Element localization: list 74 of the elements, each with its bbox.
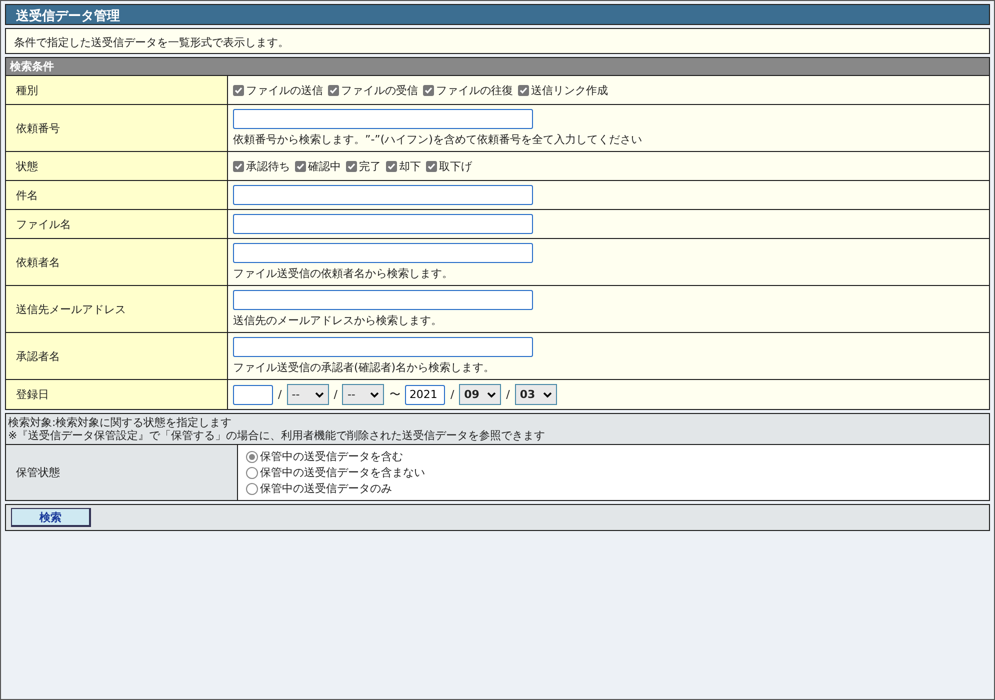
- text-field[interactable]: [233, 109, 533, 129]
- date-select[interactable]: --: [286, 384, 329, 405]
- checkbox-label[interactable]: 確認中: [308, 158, 341, 174]
- radio-label[interactable]: 保管中の送受信データを含む: [260, 449, 403, 464]
- checkbox[interactable]: [346, 160, 357, 172]
- check-icon: [296, 162, 305, 170]
- checkbox[interactable]: [233, 160, 244, 172]
- chevron-icon: [487, 392, 496, 398]
- checkbox[interactable]: [328, 84, 339, 96]
- chevron-icon: [542, 392, 552, 398]
- checkbox-label[interactable]: ファイルの往復: [436, 82, 513, 98]
- radio-button[interactable]: [246, 482, 258, 494]
- date-select[interactable]: --: [342, 384, 384, 405]
- checkbox[interactable]: [295, 160, 306, 172]
- radio-button[interactable]: [246, 450, 258, 462]
- radio-label[interactable]: 保管中の送受信データのみ: [260, 481, 392, 496]
- field-label: 登録日: [6, 380, 228, 409]
- separator-text: /: [450, 388, 454, 401]
- checkbox-label[interactable]: 取下げ: [439, 158, 472, 174]
- date-field[interactable]: 2021: [405, 384, 446, 404]
- field-label: ファイル名: [6, 210, 228, 238]
- check-icon: [519, 86, 528, 94]
- field-label: 承認者名: [6, 333, 228, 379]
- note-text: 検索対象:検索対象に関する状態を指定します: [8, 416, 233, 429]
- text-field[interactable]: [233, 337, 533, 357]
- search-button[interactable]: 検索: [11, 508, 91, 527]
- text-field[interactable]: [233, 185, 533, 205]
- field-label: 送信先メールアドレス: [6, 286, 228, 332]
- checkbox-label[interactable]: 送信リンク作成: [531, 82, 608, 98]
- field-hint: 送信先のメールアドレスから検索します。: [233, 313, 443, 328]
- checkbox-label[interactable]: 承認待ち: [246, 158, 290, 174]
- checkbox[interactable]: [233, 84, 244, 96]
- separator-text: /: [278, 388, 282, 401]
- radio-button[interactable]: [246, 466, 258, 478]
- check-icon: [347, 162, 356, 170]
- check-icon: [234, 86, 243, 94]
- checkbox-label[interactable]: 却下: [399, 158, 421, 174]
- checkbox[interactable]: [518, 84, 529, 96]
- field-hint: ファイル送受信の依頼者名から検索します。: [233, 266, 454, 281]
- field-hint: 依頼番号から検索します。”-”(ハイフン)を含めて依頼番号を全て入力してください: [233, 132, 643, 147]
- date-select[interactable]: 09: [459, 384, 502, 405]
- field-label: 保管状態: [6, 445, 238, 500]
- chevron-icon: [314, 392, 324, 398]
- checkbox-label[interactable]: 完了: [359, 158, 381, 174]
- field-label: 件名: [6, 181, 228, 209]
- checkbox[interactable]: [386, 160, 397, 172]
- note-text: ※『送受信データ保管設定』で「保管する」の場合に、利用者機能で削除された送受信データを参照できます: [8, 429, 546, 442]
- separator-text: /: [334, 388, 338, 401]
- field-label: 依頼者名: [6, 239, 228, 285]
- check-icon: [427, 162, 436, 170]
- page-title: 送受信データ管理: [5, 4, 990, 25]
- text-field[interactable]: [233, 290, 533, 310]
- date-field[interactable]: [233, 384, 273, 404]
- field-label: 種別: [6, 76, 228, 104]
- radio-label[interactable]: 保管中の送受信データを含まない: [260, 465, 425, 480]
- text-field[interactable]: [233, 214, 533, 234]
- section-header: 検索条件: [6, 58, 989, 75]
- checkbox[interactable]: [423, 84, 434, 96]
- separator-text: /: [506, 388, 510, 401]
- page-description: 条件で指定した送受信データを一覧形式で表示します。: [5, 28, 990, 54]
- checkbox-label[interactable]: ファイルの受信: [341, 82, 418, 98]
- field-label: 依頼番号: [6, 105, 228, 151]
- check-icon: [387, 162, 396, 170]
- field-label: 状態: [6, 152, 228, 180]
- checkbox[interactable]: [426, 160, 437, 172]
- check-icon: [329, 86, 338, 94]
- text-field[interactable]: [233, 243, 533, 263]
- checkbox-label[interactable]: ファイルの送信: [246, 82, 323, 98]
- chevron-icon: [370, 392, 380, 398]
- field-hint: ファイル送受信の承認者(確認者)名から検索します。: [233, 360, 496, 375]
- check-icon: [424, 86, 433, 94]
- check-icon: [234, 162, 243, 170]
- date-select[interactable]: 03: [514, 384, 557, 405]
- separator-text: 〜: [389, 387, 400, 402]
